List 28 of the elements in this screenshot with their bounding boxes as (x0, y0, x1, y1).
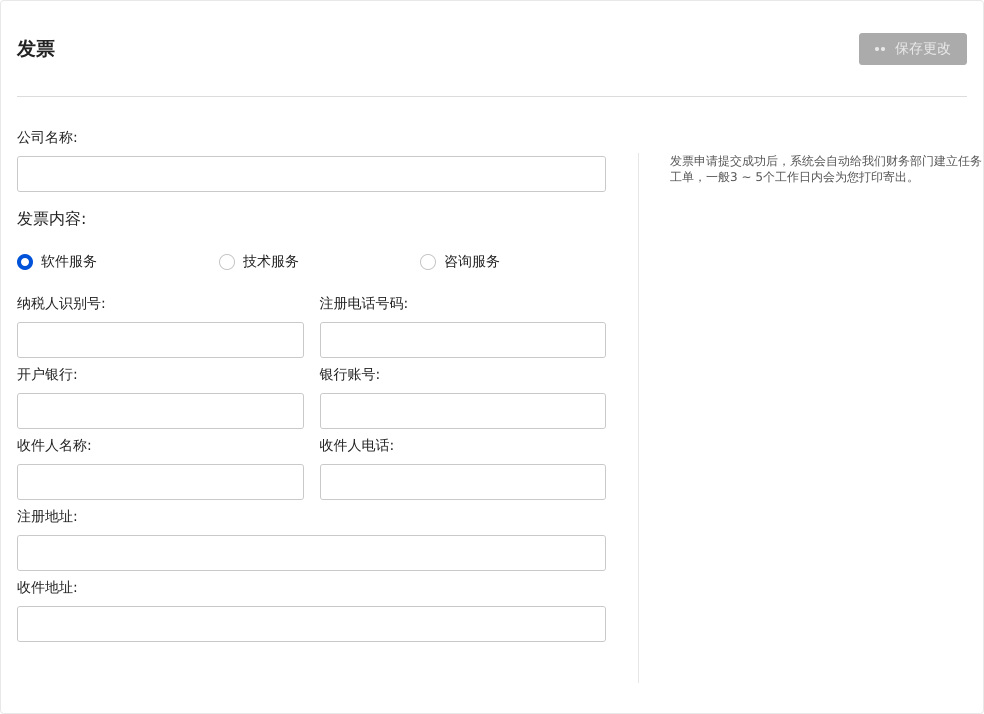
input-field[interactable] (17, 322, 304, 358)
radio-button[interactable] (17, 254, 33, 270)
input-field[interactable] (320, 322, 606, 358)
field-label: 开户银行: (17, 366, 79, 384)
field-label: 纳税人识别号: (17, 295, 107, 313)
radio-button[interactable] (420, 254, 436, 270)
page-title: 发票 (17, 36, 55, 62)
input-field[interactable] (320, 393, 606, 429)
field-label: 收件人名称: (17, 437, 93, 455)
input-field[interactable] (17, 156, 606, 192)
section-label: 发票内容: (17, 209, 88, 229)
field-label: 收件地址: (17, 579, 79, 597)
radio-label[interactable]: 技术服务 (243, 253, 299, 271)
radio-label[interactable]: 咨询服务 (444, 253, 500, 271)
loading-icon (875, 46, 885, 50)
input-field[interactable] (17, 606, 606, 642)
note-text: 发票申请提交成功后，系统会自动给我们财务部门建立任务工单，一般3 ~ 5个工作日内会为您打印寄出。 (670, 153, 983, 186)
input-field[interactable] (17, 464, 304, 500)
input-field[interactable] (320, 464, 606, 500)
radio-button[interactable] (219, 254, 235, 270)
field-label: 注册电话号码: (320, 295, 410, 313)
field-label: 银行账号: (320, 366, 382, 384)
input-field[interactable] (17, 393, 304, 429)
field-label: 收件人电话: (320, 437, 396, 455)
radio-label[interactable]: 软件服务 (41, 253, 97, 271)
field-label: 注册地址: (17, 508, 79, 526)
input-field[interactable] (17, 535, 606, 571)
field-label: 公司名称: (17, 129, 79, 147)
